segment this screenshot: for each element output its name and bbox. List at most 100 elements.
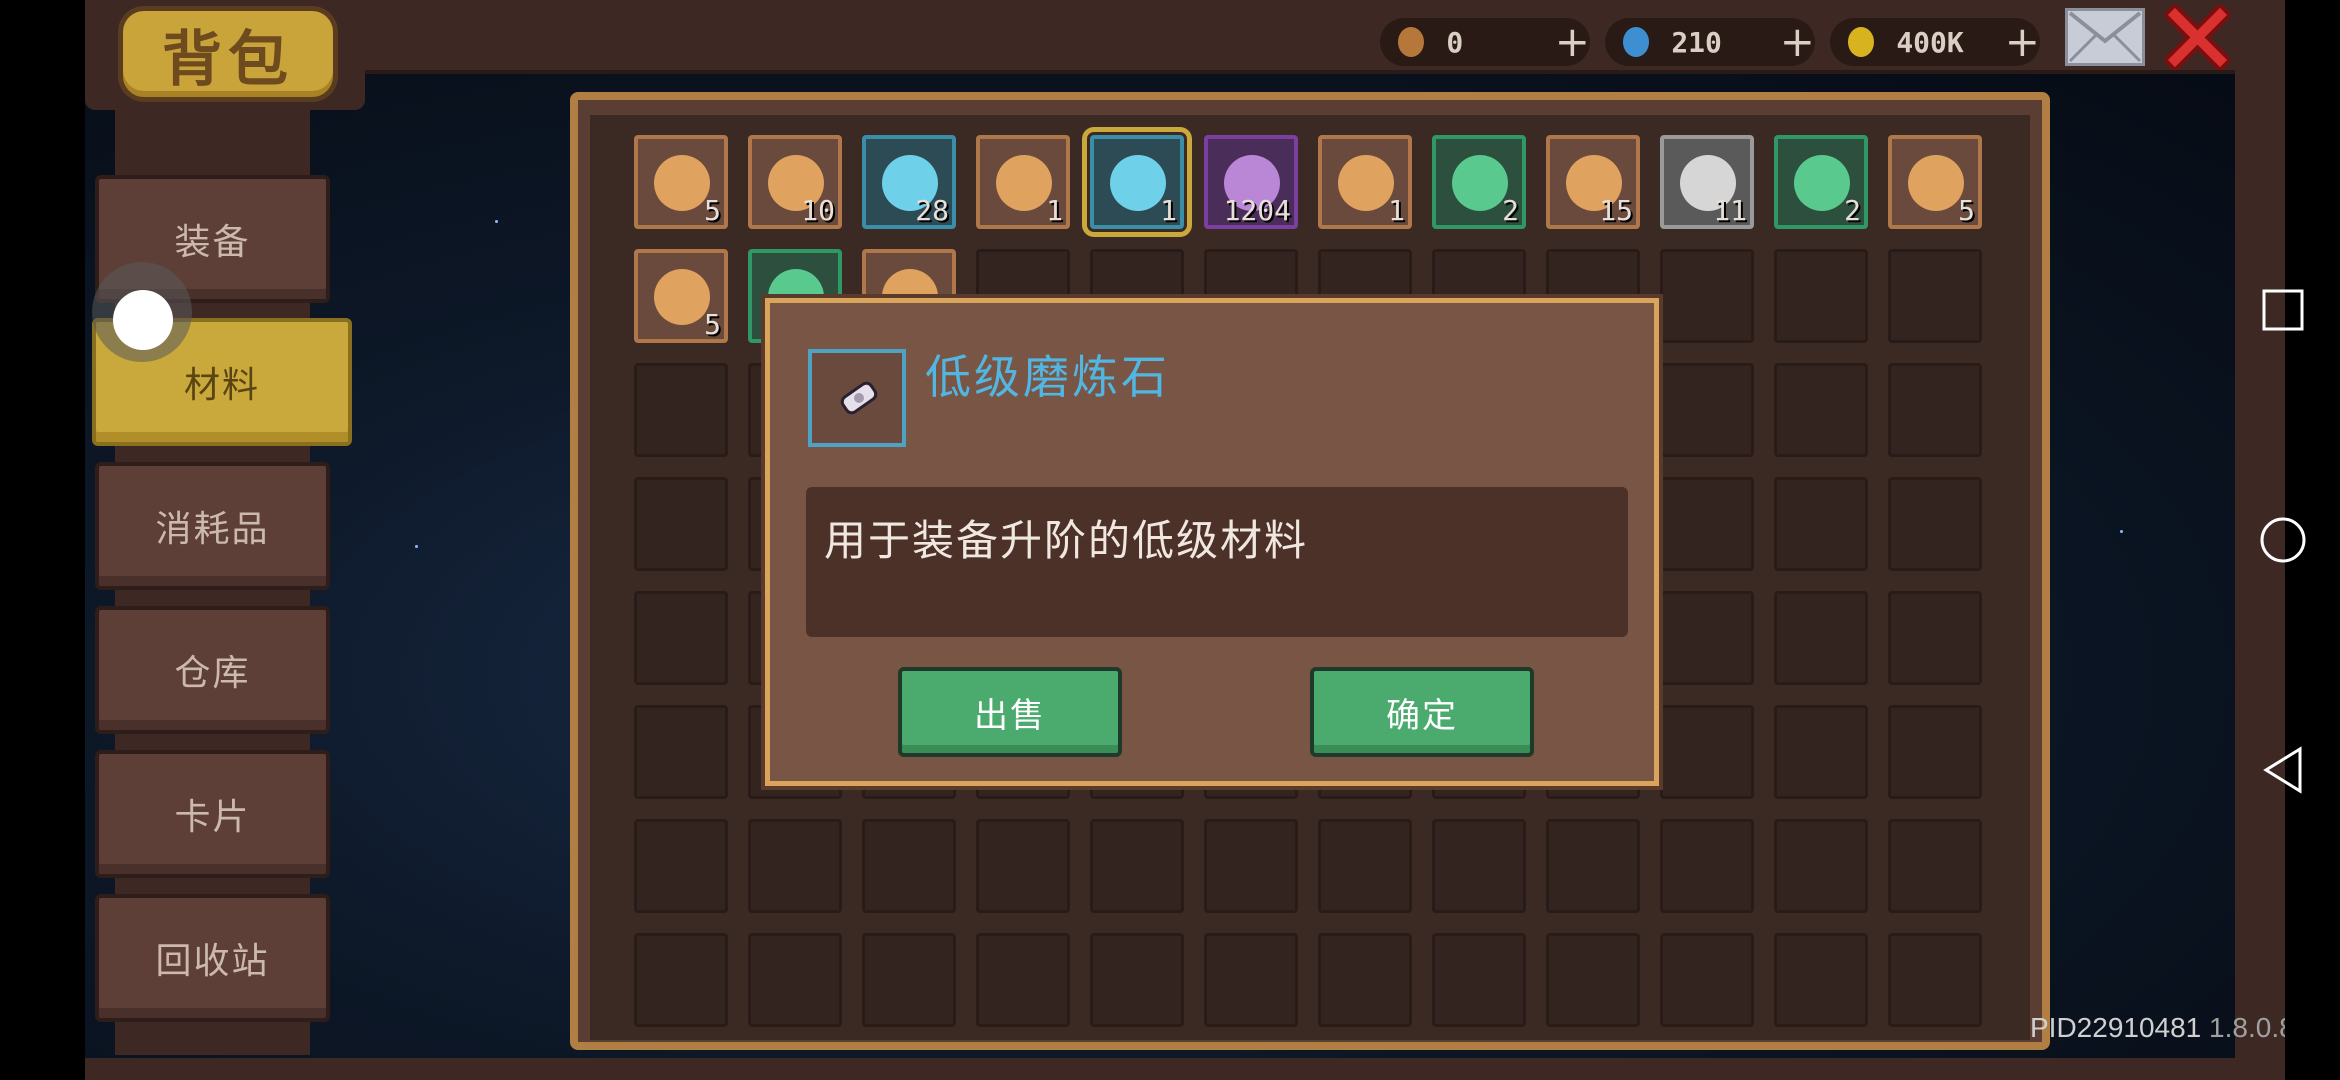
inventory-slot-empty[interactable]	[1774, 591, 1868, 685]
inventory-slot-item[interactable]: 15	[1546, 135, 1640, 229]
inventory-slot-empty[interactable]	[1888, 705, 1982, 799]
inventory-slot-item[interactable]: 11	[1660, 135, 1754, 229]
tab-label: 仓库	[174, 653, 251, 694]
inventory-slot-item[interactable]: 2	[1432, 135, 1526, 229]
inventory-slot-empty[interactable]	[634, 477, 728, 571]
key-icon	[654, 155, 710, 211]
close-icon[interactable]	[2165, 5, 2230, 70]
vortex-icon	[1338, 155, 1394, 211]
item-count: 1	[1046, 194, 1063, 227]
tab-label: 卡片	[174, 797, 251, 838]
confirm-button-label: 确定	[1386, 695, 1458, 736]
page-title: 背包	[118, 6, 338, 102]
inventory-slot-empty[interactable]	[862, 819, 956, 913]
inventory-slot-empty[interactable]	[1660, 249, 1754, 343]
dark-crystal-icon	[1452, 155, 1508, 211]
inventory-slot-empty[interactable]	[634, 819, 728, 913]
tab-consumables[interactable]: 消耗品	[95, 462, 330, 590]
inventory-slot-item[interactable]: 5	[634, 249, 728, 343]
inventory-slot-empty[interactable]	[1660, 477, 1754, 571]
recent-apps-icon[interactable]	[2258, 285, 2308, 335]
inventory-slot-empty[interactable]	[1090, 933, 1184, 1027]
add-gold-button[interactable]: +	[2005, 21, 2040, 63]
inventory-slot-item[interactable]: 2	[1774, 135, 1868, 229]
inventory-slot-empty[interactable]	[1660, 363, 1754, 457]
inventory-slot-empty[interactable]	[1546, 819, 1640, 913]
currency-seed: 0 +	[1380, 18, 1590, 66]
inventory-slot-empty[interactable]	[976, 819, 1070, 913]
mail-icon	[2068, 11, 2142, 63]
inventory-slot-empty[interactable]	[1204, 933, 1298, 1027]
inventory-slot-empty[interactable]	[1546, 933, 1640, 1027]
item-description: 用于装备升阶的低级材料	[824, 516, 1309, 565]
frame-bottom	[85, 1058, 2285, 1080]
inventory-slot-empty[interactable]	[1318, 933, 1412, 1027]
inventory-slot-empty[interactable]	[1774, 819, 1868, 913]
item-count: 2	[1502, 194, 1519, 227]
inventory-slot-empty[interactable]	[1774, 249, 1868, 343]
inventory-slot-empty[interactable]	[1660, 933, 1754, 1027]
inventory-slot-item[interactable]: 1	[976, 135, 1070, 229]
whetstone-icon	[1110, 155, 1166, 211]
gold-coin-icon	[1848, 27, 1875, 57]
inventory-slot-empty[interactable]	[1204, 819, 1298, 913]
inventory-slot-item[interactable]: 1204	[1204, 135, 1298, 229]
inventory-slot-empty[interactable]	[1774, 933, 1868, 1027]
home-icon[interactable]	[2258, 515, 2308, 565]
item-count: 1204	[1223, 194, 1291, 227]
inventory-slot-item[interactable]: 5	[1888, 135, 1982, 229]
inventory-slot-empty[interactable]	[1660, 591, 1754, 685]
tab-recycle-bin[interactable]: 回收站	[95, 894, 330, 1022]
add-seed-button[interactable]: +	[1555, 21, 1590, 63]
tab-label: 回收站	[155, 941, 270, 982]
sell-button[interactable]: 出售	[898, 667, 1122, 757]
currency-gem: 210 +	[1605, 18, 1815, 66]
inventory-slot-item[interactable]: 10	[748, 135, 842, 229]
tab-label: 材料	[183, 365, 260, 406]
tab-cards[interactable]: 卡片	[95, 750, 330, 878]
inventory-slot-empty[interactable]	[1888, 819, 1982, 913]
inventory-slot-empty[interactable]	[634, 705, 728, 799]
floating-assist-dot	[113, 290, 173, 350]
inventory-slot-empty[interactable]	[1888, 933, 1982, 1027]
inventory-slot-empty[interactable]	[634, 933, 728, 1027]
inventory-slot-item[interactable]: 28	[862, 135, 956, 229]
inventory-slot-item[interactable]: 5	[634, 135, 728, 229]
version: 1.8.0.8	[2209, 1012, 2295, 1043]
inventory-slot-empty[interactable]	[1888, 591, 1982, 685]
inventory-slot-item[interactable]: 1	[1082, 127, 1192, 237]
inventory-slot-empty[interactable]	[1888, 477, 1982, 571]
gem-icon	[1623, 27, 1650, 57]
inventory-slot-empty[interactable]	[1774, 705, 1868, 799]
inventory-slot-empty[interactable]	[1888, 363, 1982, 457]
inventory-slot-item[interactable]: 1	[1318, 135, 1412, 229]
item-detail-dialog: 低级磨炼石 用于装备升阶的低级材料 出售 确定	[765, 298, 1659, 786]
inventory-slot-empty[interactable]	[1090, 819, 1184, 913]
inventory-slot-empty[interactable]	[1432, 933, 1526, 1027]
inventory-slot-empty[interactable]	[976, 933, 1070, 1027]
flame-crown-icon	[1794, 155, 1850, 211]
back-icon[interactable]	[2258, 745, 2308, 795]
inventory-slot-empty[interactable]	[1660, 819, 1754, 913]
sell-button-label: 出售	[974, 695, 1046, 736]
whetstone-icon	[840, 381, 878, 415]
mail-button[interactable]	[2065, 8, 2145, 66]
inventory-slot-empty[interactable]	[1660, 705, 1754, 799]
inventory-slot-empty[interactable]	[634, 363, 728, 457]
build-info: PID22910481 1.8.0.8	[2030, 1012, 2295, 1044]
tab-warehouse[interactable]: 仓库	[95, 606, 330, 734]
inventory-slot-empty[interactable]	[1888, 249, 1982, 343]
confirm-button[interactable]: 确定	[1310, 667, 1534, 757]
item-count: 5	[704, 308, 721, 341]
inventory-slot-empty[interactable]	[862, 933, 956, 1027]
inventory-slot-empty[interactable]	[748, 819, 842, 913]
inventory-slot-empty[interactable]	[1774, 477, 1868, 571]
inventory-slot-empty[interactable]	[1432, 819, 1526, 913]
inventory-slot-empty[interactable]	[1774, 363, 1868, 457]
add-gem-button[interactable]: +	[1780, 21, 1815, 63]
inventory-slot-empty[interactable]	[1318, 819, 1412, 913]
inventory-slot-empty[interactable]	[634, 591, 728, 685]
item-count: 15	[1599, 194, 1633, 227]
item-count: 1	[1160, 194, 1177, 227]
inventory-slot-empty[interactable]	[748, 933, 842, 1027]
